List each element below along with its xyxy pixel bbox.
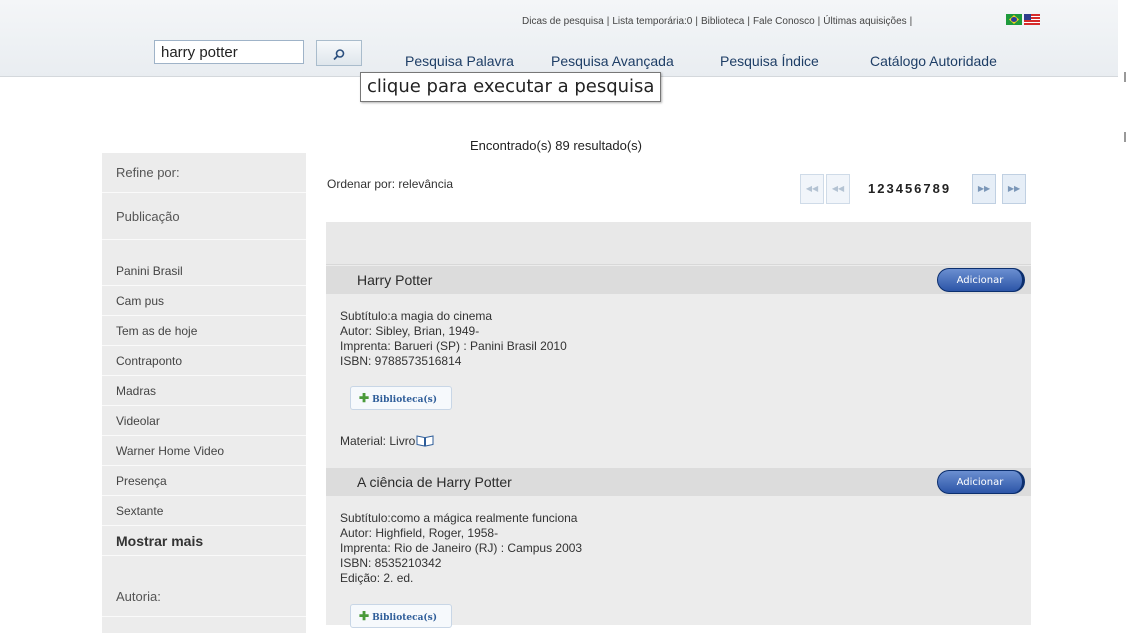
nav-word-search[interactable]: Pesquisa Palavra	[405, 53, 514, 69]
search-tooltip: clique para executar a pesquisa	[360, 72, 662, 102]
publisher-item[interactable]: Videolar	[102, 407, 306, 436]
page-link-2[interactable]: 2	[877, 181, 885, 196]
result-imprint: Imprenta: Barueri (SP) : Panini Brasil 2…	[340, 339, 567, 353]
plus-icon: ✚	[359, 391, 370, 405]
link-temp-list[interactable]: Lista temporária:0	[612, 16, 692, 27]
library-label: Biblioteca(s)	[372, 613, 438, 623]
result-title[interactable]: Harry Potter	[357, 272, 432, 288]
top-links: Dicas de pesquisa | Lista temporária:0 | Bib…	[522, 16, 913, 27]
result-subtitle: Subtítulo:como a mágica realmente funcio…	[340, 511, 578, 525]
usa-flag-icon[interactable]	[1024, 14, 1040, 25]
library-button[interactable]: ✚ Biblioteca(s)	[350, 604, 452, 628]
prev-page-button[interactable]: ◀◀	[826, 174, 850, 204]
publisher-item[interactable]: Sextante	[102, 497, 306, 526]
sort-label[interactable]: Ordenar por: relevância	[327, 177, 453, 191]
plus-icon: ✚	[359, 609, 370, 623]
book-icon	[416, 435, 434, 447]
publisher-item[interactable]: Tem as de hoje	[102, 317, 306, 346]
result-count: Encontrado(s) 89 resultado(s)	[470, 138, 642, 153]
brazil-flag-icon[interactable]	[1006, 14, 1022, 25]
link-contact[interactable]: Fale Conosco	[753, 16, 815, 27]
publisher-item[interactable]: Cam pus	[102, 287, 306, 316]
scrollbar-mark	[1124, 72, 1126, 82]
publisher-item[interactable]: Warner Home Video	[102, 437, 306, 466]
authorship-label: Autoria:	[102, 577, 306, 617]
page-link-7[interactable]: 7	[923, 181, 931, 196]
nav-authority-catalog[interactable]: Catálogo Autoridade	[870, 53, 997, 69]
result-imprint: Imprenta: Rio de Janeiro (RJ) : Campus 2…	[340, 541, 583, 555]
result-subtitle: Subtítulo:a magia do cinema	[340, 309, 493, 323]
results-panel: Harry Potter Adicionar Subtítulo:a magia…	[326, 222, 1031, 628]
publisher-item[interactable]: Contraponto	[102, 347, 306, 376]
publisher-item[interactable]: Madras	[102, 377, 306, 406]
search-icon	[333, 49, 345, 61]
add-button[interactable]: Adicionar	[937, 470, 1025, 494]
nav-index-search[interactable]: Pesquisa Índice	[720, 53, 819, 69]
last-page-button[interactable]: ▶▶	[1002, 174, 1026, 204]
link-library[interactable]: Biblioteca	[701, 16, 744, 27]
next-page-button[interactable]: ▶▶	[972, 174, 996, 204]
first-page-button[interactable]: ◀◀	[800, 174, 824, 204]
page-link-6[interactable]: 6	[914, 181, 922, 196]
search-input[interactable]	[154, 40, 304, 64]
publisher-item[interactable]: Presença	[102, 467, 306, 496]
result-isbn: ISBN: 8535210342	[340, 556, 442, 570]
refine-sidebar: Refine por: Publicação Panini Brasil Cam…	[102, 153, 306, 633]
refine-label: Refine por:	[102, 153, 306, 193]
publication-label: Publicação	[102, 194, 306, 240]
page-link-5[interactable]: 5	[905, 181, 913, 196]
result-author: Autor: Highfield, Roger, 1958-	[340, 526, 499, 540]
result-title[interactable]: A ciência de Harry Potter	[357, 474, 512, 490]
add-button[interactable]: Adicionar	[937, 268, 1025, 292]
results-toolbar	[326, 222, 1031, 265]
result-details: Subtítulo:como a mágica realmente funcio…	[340, 511, 582, 586]
result-header: Harry Potter Adicionar	[326, 266, 1031, 294]
library-label: Biblioteca(s)	[372, 395, 438, 405]
result-header: A ciência de Harry Potter Adicionar	[326, 468, 1031, 496]
page-link-9[interactable]: 9	[942, 181, 950, 196]
material-label: Material: Livro	[340, 434, 416, 448]
result-material: Material: Livro	[340, 434, 434, 448]
page-link-1[interactable]: 1	[868, 181, 876, 196]
header-bar: Dicas de pesquisa | Lista temporária:0 | Bib…	[0, 0, 1118, 77]
page-link-8[interactable]: 8	[933, 181, 941, 196]
library-button[interactable]: ✚ Biblioteca(s)	[350, 386, 452, 410]
nav-advanced-search[interactable]: Pesquisa Avançada	[551, 53, 674, 69]
page-link-3[interactable]: 3	[886, 181, 894, 196]
link-latest-acquisitions[interactable]: Últimas aquisições	[823, 16, 906, 27]
result-author: Autor: Sibley, Brian, 1949-	[340, 324, 480, 338]
result-edition: Edição: 2. ed.	[340, 571, 414, 585]
result-details: Subtítulo:a magia do cinema Autor: Sible…	[340, 309, 567, 369]
scrollbar-mark	[1124, 132, 1126, 142]
show-more-link[interactable]: Mostrar mais	[102, 527, 306, 556]
publisher-item[interactable]: Panini Brasil	[102, 256, 306, 286]
search-button[interactable]	[316, 40, 362, 66]
page-link-4[interactable]: 4	[896, 181, 904, 196]
page-numbers: 123456789	[868, 181, 951, 196]
link-search-tips[interactable]: Dicas de pesquisa	[522, 16, 604, 27]
result-isbn: ISBN: 9788573516814	[340, 354, 462, 368]
